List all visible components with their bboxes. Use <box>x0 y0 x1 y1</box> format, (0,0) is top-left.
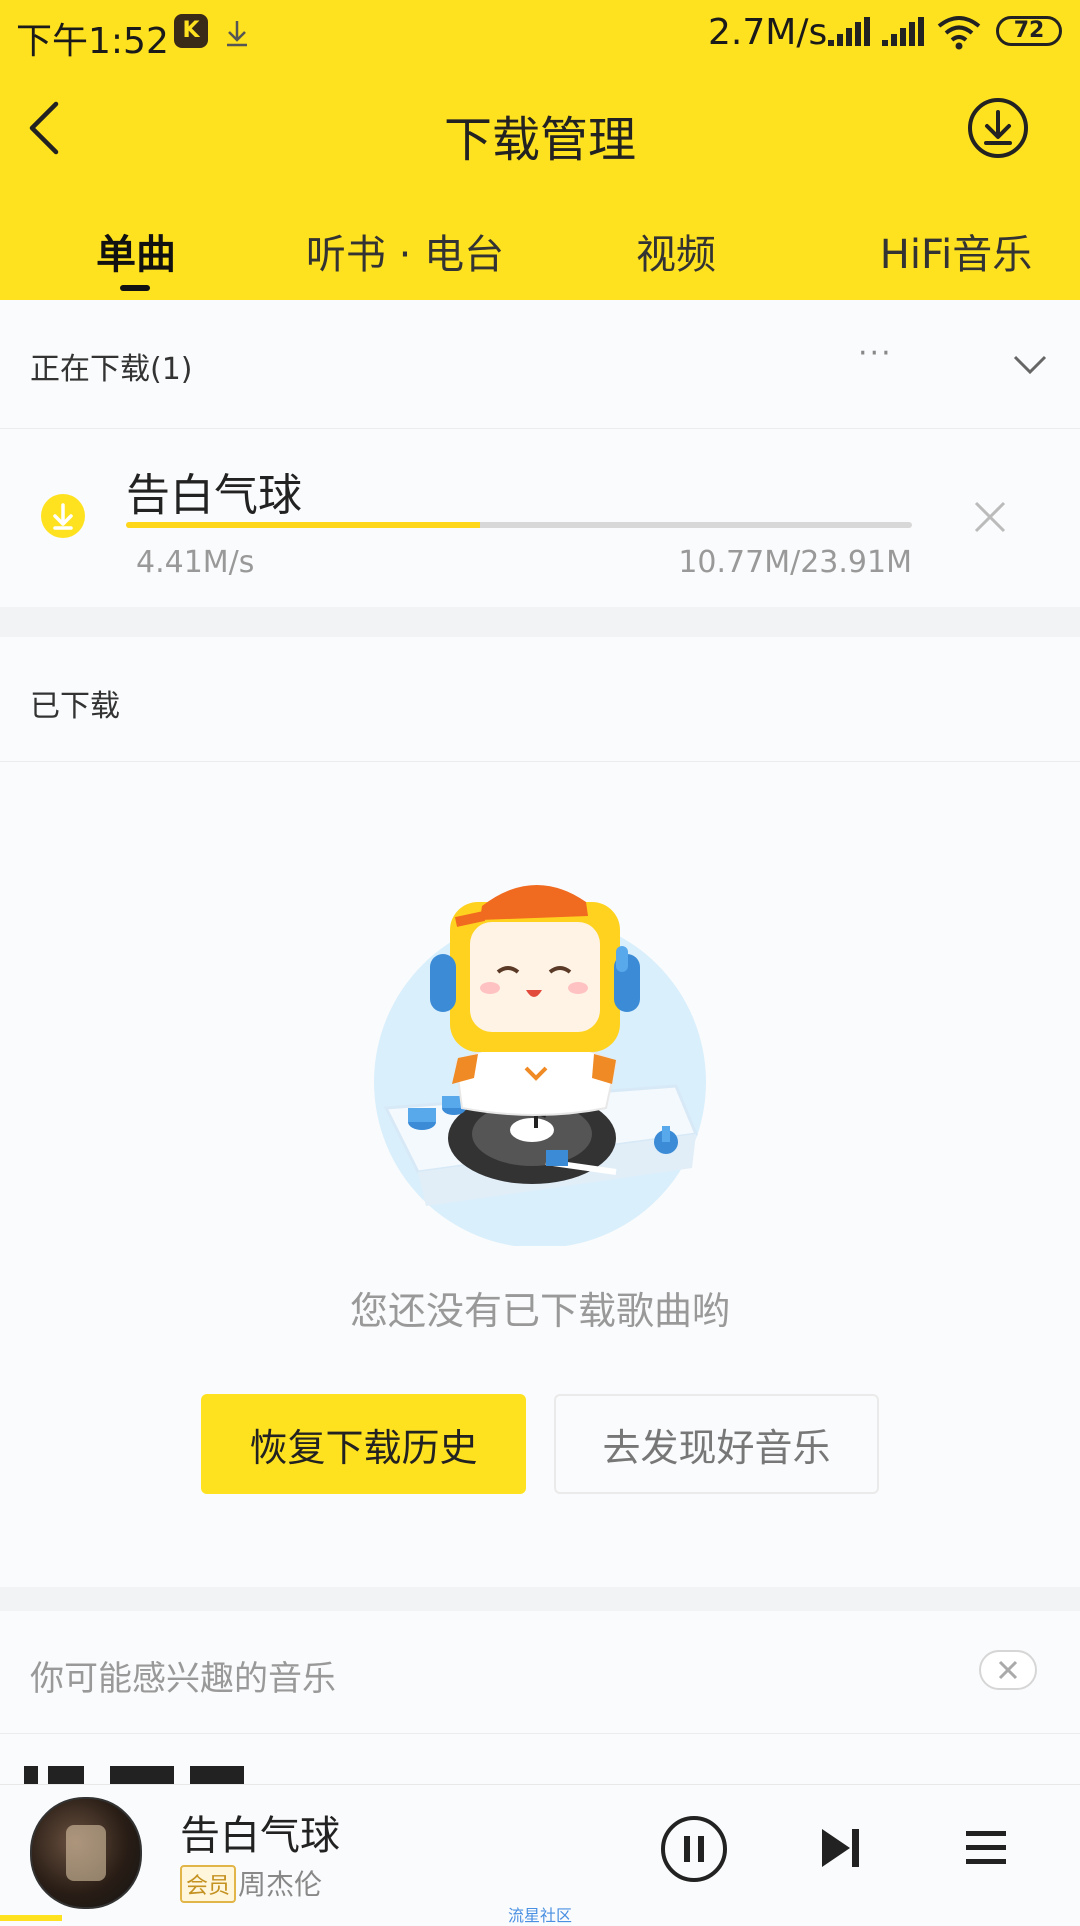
signal-icon <box>828 17 870 46</box>
next-track-icon[interactable] <box>818 1825 864 1871</box>
now-playing-artist: 周杰伦 <box>238 1868 323 1901</box>
dj-robot-illustration <box>374 884 706 1246</box>
tab-single[interactable]: 单曲 <box>66 222 206 280</box>
downloaded-label: 已下载 <box>30 689 120 724</box>
recommend-header: 你可能感兴趣的音乐 <box>0 1611 1080 1733</box>
downloading-label: 正在下载(1) <box>30 352 193 387</box>
download-item[interactable]: 告白气球 4.41M/s 10.77M/23.91M <box>0 429 1080 607</box>
more-icon[interactable]: ··· <box>858 336 893 371</box>
section-gap <box>0 1587 1080 1611</box>
vip-badge: 会员 <box>180 1865 237 1903</box>
downloading-icon <box>41 494 85 538</box>
playlist-icon[interactable] <box>966 1829 1006 1865</box>
pause-icon[interactable] <box>660 1815 728 1883</box>
download-size: 10.77M/23.91M <box>678 545 912 580</box>
signal-icon-2 <box>882 17 924 46</box>
empty-message: 您还没有已下载歌曲哟 <box>349 1289 730 1333</box>
close-icon[interactable] <box>972 499 1008 535</box>
watermark-text: 流星社区 <box>507 1906 572 1925</box>
download-speed: 4.41M/s <box>136 545 255 580</box>
downloaded-header: 已下载 <box>0 637 1080 761</box>
download-manage-icon[interactable] <box>966 96 1030 160</box>
restore-download-history-button[interactable]: 恢复下载历史 <box>201 1394 526 1494</box>
album-cover[interactable] <box>30 1797 142 1909</box>
now-playing-title: 告白气球 <box>180 1813 340 1859</box>
dismiss-recommend-icon[interactable] <box>978 1649 1038 1691</box>
app-header: 下午1:52 K 2.7M/s 72 下载管理 单曲 听书 · 电台 视频 Hi… <box>0 0 1080 300</box>
wifi-icon <box>937 16 981 50</box>
playback-progress <box>0 1915 62 1921</box>
chevron-down-icon[interactable] <box>1012 354 1048 376</box>
divider <box>0 1733 1080 1734</box>
mini-player[interactable]: 告白气球 会员 周杰伦 流星社区 <box>0 1784 1080 1925</box>
app-notification-icon: K <box>174 14 208 48</box>
tab-hifi[interactable]: HiFi音乐 <box>856 222 1056 280</box>
empty-state: 您还没有已下载歌曲哟 恢复下载历史 去发现好音乐 <box>0 762 1080 1587</box>
recommend-label: 你可能感兴趣的音乐 <box>30 1659 336 1699</box>
status-time: 下午1:52 <box>16 21 169 62</box>
network-speed: 2.7M/s <box>708 12 828 53</box>
page-title: 下载管理 <box>443 112 636 168</box>
download-progress-fill <box>126 522 480 528</box>
battery-icon: 72 <box>996 16 1062 46</box>
download-progress-bar <box>126 522 912 528</box>
tab-video[interactable]: 视频 <box>606 222 746 280</box>
tab-active-indicator <box>120 285 150 291</box>
section-gap <box>0 607 1080 637</box>
downloading-header[interactable]: 正在下载(1) ··· <box>0 300 1080 428</box>
partial-list-item <box>24 1766 244 1784</box>
discover-music-button[interactable]: 去发现好音乐 <box>554 1394 879 1494</box>
download-title: 告白气球 <box>126 470 302 521</box>
tab-audiobook-radio[interactable]: 听书 · 电台 <box>290 222 520 280</box>
download-status-icon <box>227 21 247 47</box>
